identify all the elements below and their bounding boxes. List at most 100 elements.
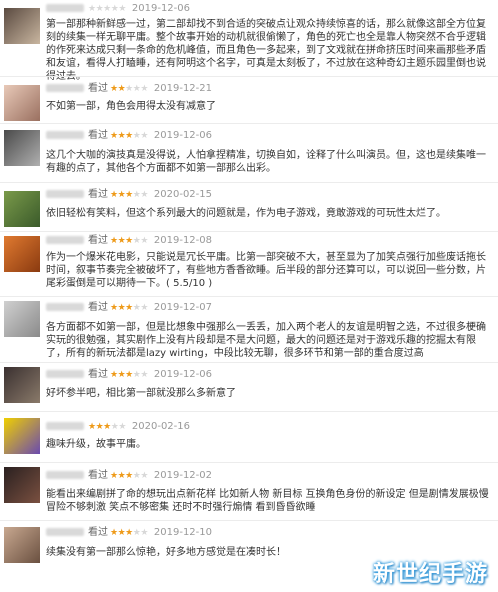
review-date: 2019-12-06	[131, 3, 191, 14]
star-icon: ★	[103, 4, 111, 14]
user-avatar[interactable]	[4, 236, 40, 272]
review-meta: 看过 ★★★★★ 2019-12-21	[46, 82, 212, 96]
site-watermark: 新世纪手游	[372, 562, 488, 587]
review-date: 2020-02-15	[153, 189, 213, 200]
star-icon: ★	[125, 303, 133, 313]
user-avatar[interactable]	[4, 191, 40, 227]
divider	[0, 411, 498, 412]
user-avatar[interactable]	[4, 418, 40, 454]
watched-label: 看过	[88, 527, 108, 538]
review-meta: 看过 ★★★★★ 2020-02-15	[46, 188, 212, 202]
review-date: 2019-12-06	[153, 130, 213, 141]
star-icon: ★	[118, 422, 126, 432]
watched-label: 看过	[88, 369, 108, 380]
rating-stars: ★★★★★	[88, 4, 126, 14]
divider	[0, 462, 498, 463]
review-date: 2019-12-06	[153, 369, 213, 380]
review-text: 趣味升级，故事平庸。	[46, 439, 146, 450]
user-avatar[interactable]	[4, 130, 40, 166]
review-meta: 看过 ★★★★★ 2019-12-06	[46, 368, 212, 382]
star-icon: ★	[140, 528, 148, 538]
rating-stars: ★★★★★	[110, 190, 148, 200]
user-avatar[interactable]	[4, 85, 40, 121]
review-meta: 看过 ★★★★★ 2019-12-02	[46, 469, 212, 483]
username[interactable]	[46, 236, 84, 244]
rating-stars: ★★★★★	[110, 303, 148, 313]
star-icon: ★	[88, 422, 96, 432]
username[interactable]	[46, 131, 84, 139]
star-icon: ★	[140, 84, 148, 94]
star-icon: ★	[125, 131, 133, 141]
watched-label: 看过	[88, 130, 108, 141]
rating-stars: ★★★★★	[110, 131, 148, 141]
review-meta: ★★★★★ 2020-02-16	[46, 420, 190, 434]
review-date: 2020-02-16	[131, 421, 191, 432]
star-icon: ★	[140, 190, 148, 200]
user-avatar[interactable]	[4, 367, 40, 403]
star-icon: ★	[110, 303, 118, 313]
star-icon: ★	[140, 236, 148, 246]
review-date: 2019-12-21	[153, 83, 213, 94]
user-avatar[interactable]	[4, 527, 40, 563]
username[interactable]	[46, 84, 84, 92]
review-date: 2019-12-02	[153, 470, 213, 481]
user-avatar[interactable]	[4, 8, 40, 44]
username[interactable]	[46, 528, 84, 536]
username[interactable]	[46, 370, 84, 378]
review-meta: 看过 ★★★★★ 2019-12-08	[46, 234, 212, 248]
star-icon: ★	[140, 131, 148, 141]
review-text: 各方面都不如第一部，但是比想象中强那么一丢丢，加入两个老人的友谊是明智之选，不过…	[46, 322, 486, 359]
star-icon: ★	[140, 303, 148, 313]
star-icon: ★	[125, 190, 133, 200]
divider	[0, 76, 498, 77]
star-icon: ★	[125, 236, 133, 246]
review-text: 不如第一部，角色会用得太没有减意了	[46, 101, 216, 112]
star-icon: ★	[125, 528, 133, 538]
username[interactable]	[46, 190, 84, 198]
review-date: 2019-12-08	[153, 235, 213, 246]
username[interactable]	[46, 303, 84, 311]
rating-stars: ★★★★★	[110, 84, 148, 94]
user-avatar[interactable]	[4, 467, 40, 503]
divider	[0, 296, 498, 297]
star-icon: ★	[110, 528, 118, 538]
review-text: 好坏参半吧，相比第一部就没那么多新意了	[46, 388, 236, 399]
review-meta: 看过 ★★★★★ 2019-12-06	[46, 129, 212, 143]
watched-label: 看过	[88, 83, 108, 94]
divider	[0, 231, 498, 232]
username[interactable]	[46, 471, 84, 479]
star-icon: ★	[110, 190, 118, 200]
review-meta: 看过 ★★★★★ 2019-12-10	[46, 526, 212, 540]
watched-label: 看过	[88, 189, 108, 200]
star-icon: ★	[140, 370, 148, 380]
star-icon: ★	[110, 131, 118, 141]
review-meta: 看过 ★★★★★ 2019-12-07	[46, 301, 212, 315]
review-text: 能看出来编剧拼了命的想玩出点新花样 比如新人物 新目标 互换角色身份的新设定 但…	[46, 489, 489, 513]
watched-label: 看过	[88, 470, 108, 481]
star-icon: ★	[88, 4, 96, 14]
star-icon: ★	[110, 236, 118, 246]
review-text: 作为一个爆米花电影，只能说是冗长平庸。比第一部突破不大，甚至显为了加笑点强行加些…	[46, 252, 486, 289]
star-icon: ★	[125, 84, 133, 94]
review-date: 2019-12-10	[153, 527, 213, 538]
watched-label: 看过	[88, 235, 108, 246]
review-text: 这几个大咖的演技真是没得说，人怕拿捏精准，切换自如，诠释了什么叫演员。但，这也是…	[46, 150, 486, 174]
star-icon: ★	[125, 370, 133, 380]
review-text: 依旧轻松有笑料，但这个系列最大的问题就是，作为电子游戏，竟敢游戏的可玩性太烂了。	[46, 208, 446, 219]
review-meta: ★★★★★ 2019-12-06	[46, 2, 190, 16]
star-icon: ★	[140, 471, 148, 481]
rating-stars: ★★★★★	[88, 422, 126, 432]
rating-stars: ★★★★★	[110, 528, 148, 538]
star-icon: ★	[103, 422, 111, 432]
star-icon: ★	[125, 471, 133, 481]
divider	[0, 123, 498, 124]
review-text: 第一部那种新鲜感一过，第二部却找不到合适的突破点让观众持续惊喜的话，那么就像这部…	[46, 19, 486, 82]
rating-stars: ★★★★★	[110, 370, 148, 380]
user-avatar[interactable]	[4, 301, 40, 337]
username[interactable]	[46, 4, 84, 12]
star-icon: ★	[110, 471, 118, 481]
username[interactable]	[46, 422, 84, 430]
divider	[0, 182, 498, 183]
review-date: 2019-12-07	[153, 302, 213, 313]
rating-stars: ★★★★★	[110, 236, 148, 246]
